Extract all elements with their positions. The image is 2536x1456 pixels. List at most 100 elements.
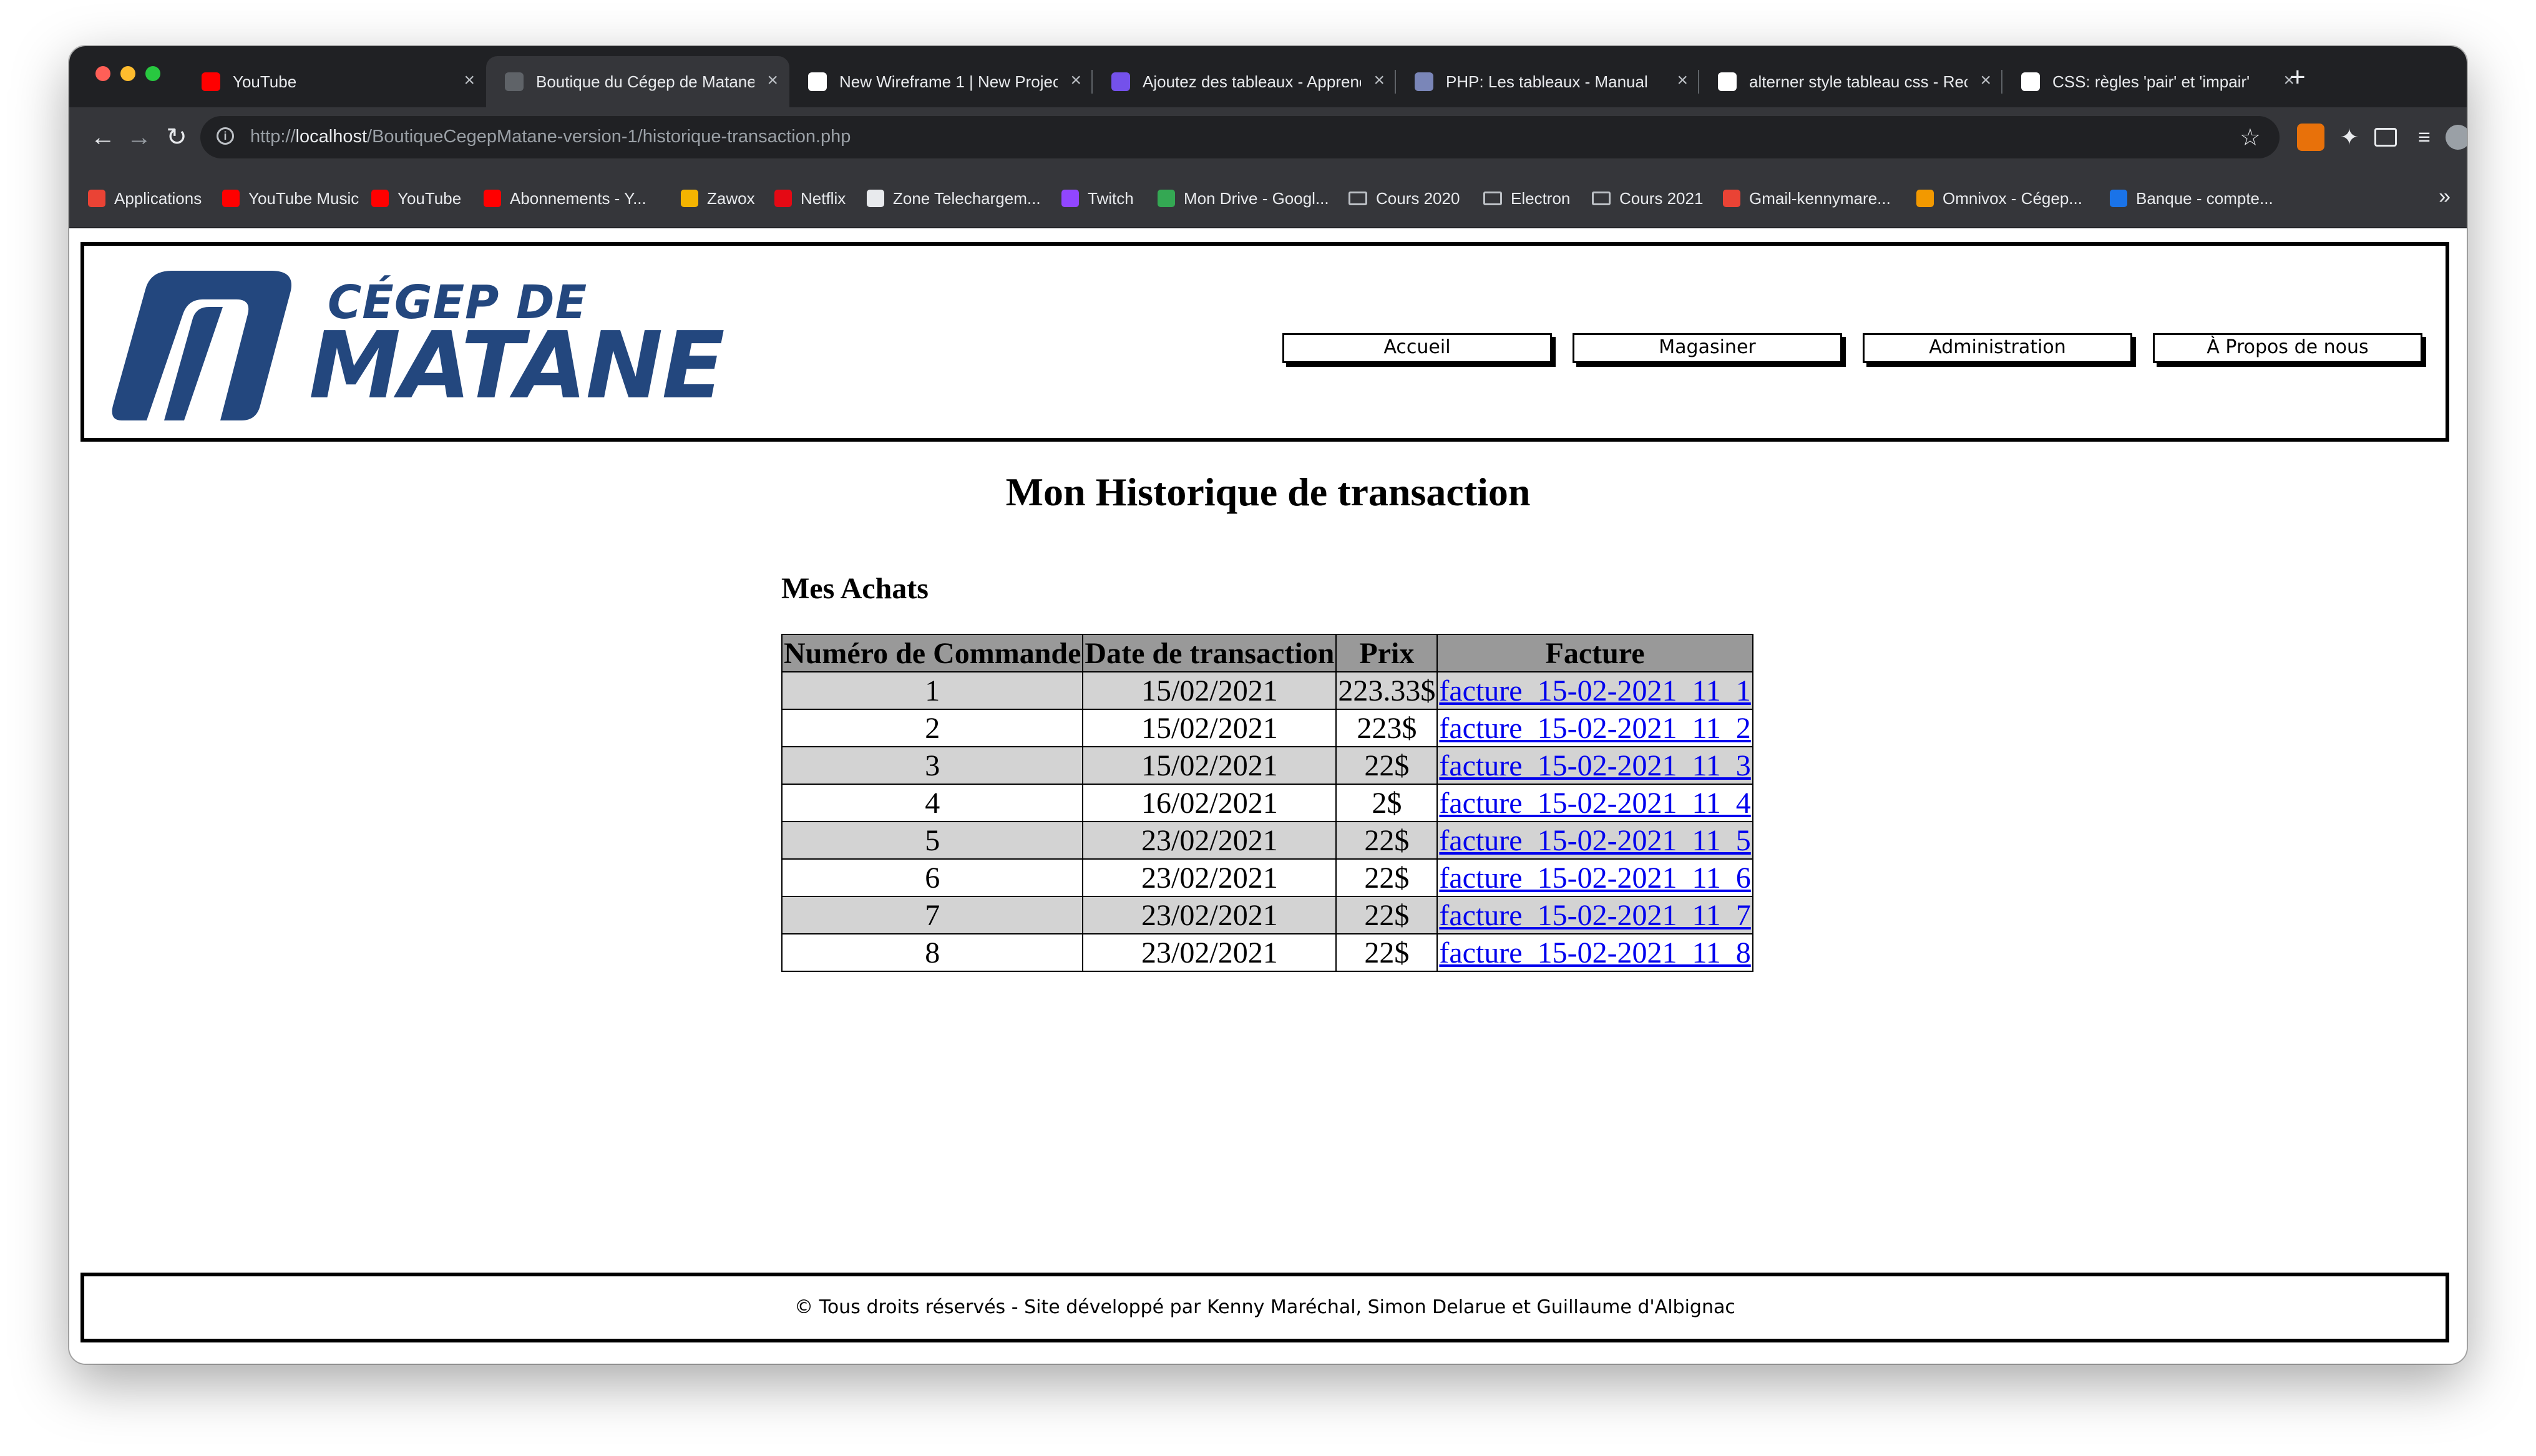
nav-a-propos-button[interactable]: À Propos de nous: [2153, 333, 2422, 363]
table-row: 5 23/02/2021 22$ facture_15-02-2021_11_5: [781, 821, 1753, 860]
reload-button[interactable]: ↻: [160, 121, 193, 153]
bookmark-star-icon[interactable]: ☆: [2240, 124, 2261, 152]
bookmark-item[interactable]: Zone Telechargem...: [867, 187, 1041, 210]
twitch-icon: [1061, 190, 1079, 207]
bookmark-item[interactable]: YouTube: [371, 187, 461, 210]
invoice-link[interactable]: facture_15-02-2021_11_5: [1439, 824, 1750, 857]
wireframe-icon: [808, 72, 827, 91]
close-window-button[interactable]: [95, 66, 110, 81]
bookmark-item[interactable]: Twitch: [1061, 187, 1134, 210]
nav-accueil-button[interactable]: Accueil: [1282, 333, 1552, 363]
tab-label: CSS: règles 'pair' et 'impair': [2052, 72, 2250, 91]
date-cell: 23/02/2021: [1082, 858, 1337, 897]
minimize-window-button[interactable]: [120, 66, 135, 81]
price-cell: 22$: [1335, 933, 1438, 972]
youtube-music-icon: [222, 190, 240, 207]
bookmark-item[interactable]: Applications: [88, 187, 202, 210]
browser-tab[interactable]: New Wireframe 1 | New Project ×: [789, 56, 1093, 107]
invoice-link[interactable]: facture_15-02-2021_11_8: [1439, 936, 1750, 969]
close-tab-icon[interactable]: ×: [1980, 71, 1991, 90]
table-row: 2 15/02/2021 223$ facture_15-02-2021_11_2: [781, 709, 1753, 747]
bookmark-item[interactable]: Electron: [1483, 187, 1570, 210]
bookmark-label: Applications: [114, 188, 202, 208]
info-icon[interactable]: i: [217, 127, 234, 145]
tab-label: alterner style tableau css - Recherche: [1749, 72, 1968, 91]
reading-list-icon[interactable]: ≡: [2411, 124, 2438, 151]
invoice-link[interactable]: facture_15-02-2021_11_6: [1439, 861, 1750, 895]
back-button[interactable]: ←: [87, 121, 119, 153]
price-cell: 223$: [1335, 709, 1438, 747]
youtube-icon: [202, 72, 220, 91]
close-tab-icon[interactable]: ×: [1373, 71, 1385, 90]
date-cell: 23/02/2021: [1082, 933, 1337, 972]
folder-icon: [1348, 192, 1367, 205]
bookmark-label: Gmail-kennymare...: [1749, 188, 1891, 208]
bookmark-item[interactable]: Cours 2021: [1592, 187, 1703, 210]
invoice-link[interactable]: facture_15-02-2021_11_2: [1439, 712, 1750, 745]
extension-icon[interactable]: [2297, 124, 2324, 151]
forward-button[interactable]: →: [123, 121, 155, 153]
w3schools-icon: [2021, 72, 2040, 91]
order-number-cell: 8: [781, 933, 1084, 972]
order-number-cell: 7: [781, 896, 1084, 934]
bookmark-item[interactable]: Banque - compte...: [2110, 187, 2273, 210]
toolbar: ← → ↻ i http://localhost/BoutiqueCegepMa…: [69, 107, 2467, 168]
bookmark-label: Zawox: [707, 188, 755, 208]
invoice-cell: facture_15-02-2021_11_5: [1436, 821, 1753, 860]
more-bookmarks-icon[interactable]: »: [2439, 185, 2451, 209]
invoice-link[interactable]: facture_15-02-2021_11_1: [1439, 674, 1750, 707]
address-bar[interactable]: i http://localhost/BoutiqueCegepMatane-v…: [200, 116, 2280, 158]
invoice-link[interactable]: facture_15-02-2021_11_3: [1439, 749, 1750, 782]
openclassrooms-icon: [1111, 72, 1130, 91]
invoice-link[interactable]: facture_15-02-2021_11_7: [1439, 899, 1750, 932]
puzzle-icon[interactable]: ✦: [2336, 124, 2363, 151]
bookmark-item[interactable]: Abonnements - Y...: [484, 187, 646, 210]
cegep-logo[interactable]: CÉGEP DE MATANE: [109, 265, 725, 424]
netflix-icon: [774, 190, 792, 207]
table-row: 1 15/02/2021 223.33$ facture_15-02-2021_11_…: [781, 671, 1753, 710]
tab-label: Ajoutez des tableaux - Apprenez: [1143, 72, 1361, 91]
bookmark-item[interactable]: Netflix: [774, 187, 846, 210]
close-tab-icon[interactable]: ×: [1070, 71, 1081, 90]
order-number-cell: 4: [781, 784, 1084, 822]
browser-tab[interactable]: PHP: Les tableaux - Manual ×: [1396, 56, 1699, 107]
section-title: Mes Achats: [781, 572, 929, 605]
browser-tab[interactable]: Boutique du Cégep de Matane ×: [486, 56, 789, 107]
bookmark-item[interactable]: Mon Drive - Googl...: [1158, 187, 1329, 210]
tab-label: New Wireframe 1 | New Project: [839, 72, 1058, 91]
browser-tab[interactable]: CSS: règles 'pair' et 'impair' ×: [2002, 56, 2306, 107]
browser-tab[interactable]: Ajoutez des tableaux - Apprenez ×: [1093, 56, 1396, 107]
close-tab-icon[interactable]: ×: [464, 71, 475, 90]
new-tab-button[interactable]: +: [2290, 64, 2306, 91]
close-tab-icon[interactable]: ×: [1677, 71, 1688, 90]
price-cell: 223.33$: [1335, 671, 1438, 710]
cast-icon[interactable]: [2374, 128, 2397, 147]
invoice-cell: facture_15-02-2021_11_6: [1436, 858, 1753, 897]
tab-label: YouTube: [233, 72, 297, 91]
close-tab-icon[interactable]: ×: [767, 71, 778, 90]
date-cell: 15/02/2021: [1082, 671, 1337, 710]
nav-magasiner-button[interactable]: Magasiner: [1573, 333, 1842, 363]
url-text[interactable]: http://localhost/BoutiqueCegepMatane-ver…: [250, 127, 851, 147]
bookmark-label: Abonnements - Y...: [510, 188, 646, 208]
order-number-cell: 5: [781, 821, 1084, 860]
browser-tab[interactable]: YouTube ×: [183, 56, 486, 107]
bookmark-item[interactable]: Omnivox - Cégep...: [1916, 187, 2082, 210]
tab-label: PHP: Les tableaux - Manual: [1446, 72, 1648, 91]
transactions-table: Numéro de Commande Date de transaction P…: [781, 634, 1753, 972]
avatar[interactable]: [2446, 125, 2467, 150]
folder-icon: [1483, 192, 1502, 205]
bookmark-item[interactable]: Cours 2020: [1348, 187, 1460, 210]
table-row: 7 23/02/2021 22$ facture_15-02-2021_11_7: [781, 896, 1753, 934]
price-cell: 22$: [1335, 858, 1438, 897]
bookmark-item[interactable]: Gmail-kennymare...: [1723, 187, 1891, 210]
invoice-link[interactable]: facture_15-02-2021_11_4: [1439, 787, 1750, 820]
browser-tab[interactable]: alterner style tableau css - Recherche ×: [1699, 56, 2002, 107]
bookmark-item[interactable]: Zawox: [681, 187, 755, 210]
column-header-price: Prix: [1335, 634, 1438, 672]
bookmark-label: Netflix: [801, 188, 846, 208]
youtube-icon: [371, 190, 389, 207]
bookmark-item[interactable]: YouTube Music: [222, 187, 359, 210]
nav-administration-button[interactable]: Administration: [1863, 333, 2132, 363]
maximize-window-button[interactable]: [145, 66, 160, 81]
